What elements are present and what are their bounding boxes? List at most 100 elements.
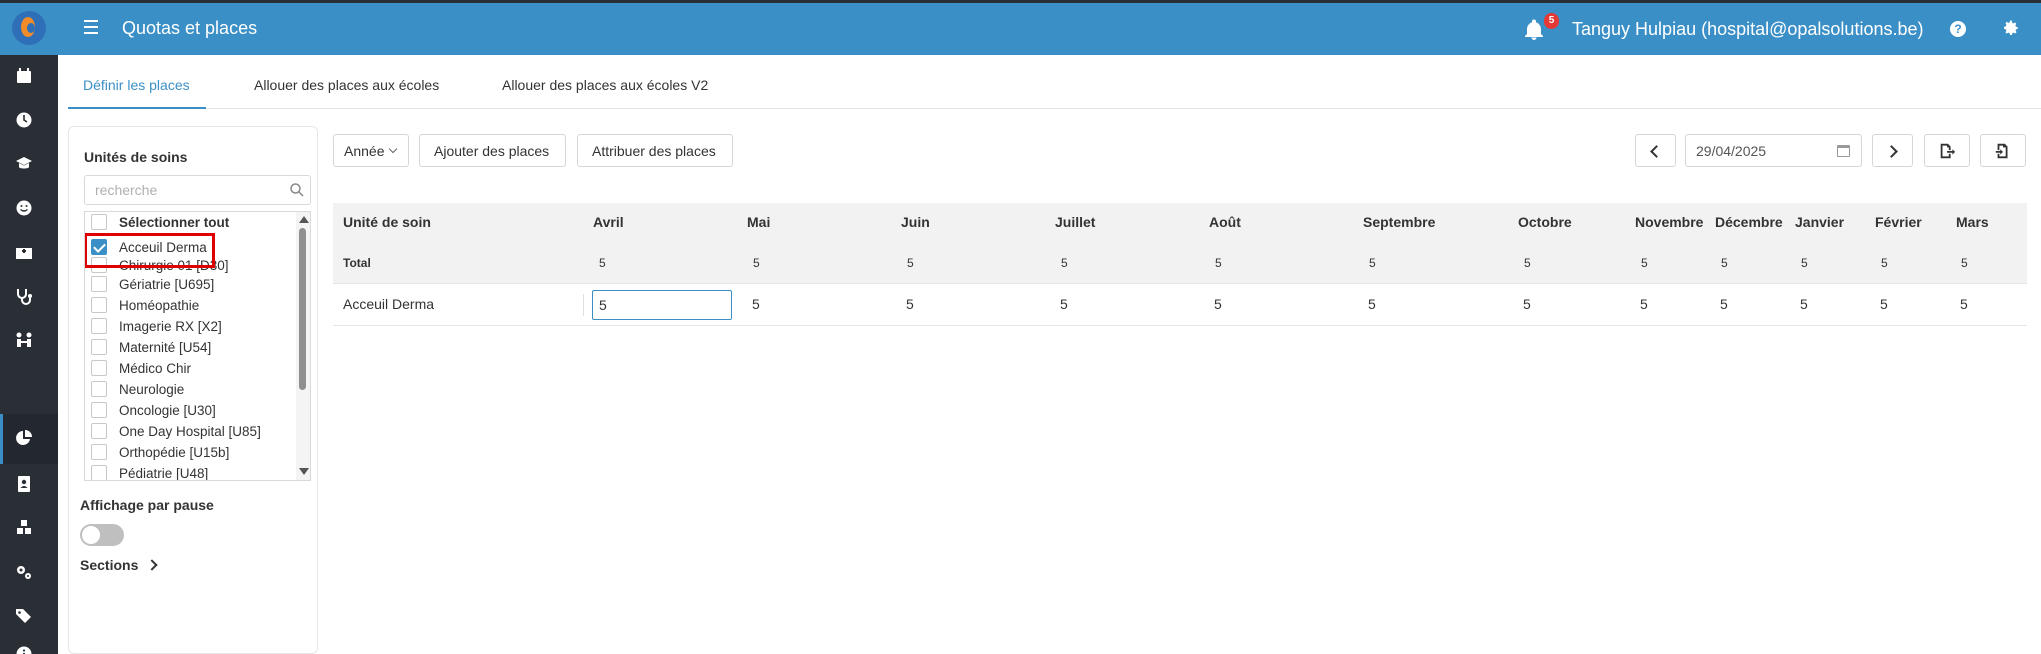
- export-button[interactable]: [1924, 134, 1970, 167]
- table-cell[interactable]: 5: [752, 296, 760, 312]
- scroll-thumb[interactable]: [299, 228, 306, 390]
- tab-define-places[interactable]: Définir les places: [83, 77, 190, 93]
- table-cell[interactable]: 5: [906, 296, 914, 312]
- total-value: 5: [1061, 256, 1068, 270]
- app-logo[interactable]: [12, 11, 46, 45]
- select-all-label: Sélectionner tout: [119, 214, 230, 230]
- year-dropdown[interactable]: Année: [333, 134, 409, 167]
- unit-checkbox[interactable]: [91, 444, 107, 460]
- calendar-icon[interactable]: [15, 67, 35, 87]
- hamburger-menu-icon[interactable]: [84, 20, 98, 34]
- sections-label: Sections: [80, 557, 139, 573]
- unit-label: Oncologie [U30]: [119, 402, 216, 418]
- cogs-icon[interactable]: [15, 563, 35, 583]
- pause-display-label: Affichage par pause: [80, 497, 214, 513]
- unit-checkbox[interactable]: [91, 465, 107, 480]
- table-cell[interactable]: 5: [1640, 296, 1648, 312]
- table-cell[interactable]: 5: [1368, 296, 1376, 312]
- list-item[interactable]: One Day Hospital [U85]: [91, 421, 261, 441]
- month-header: Juin: [901, 214, 930, 230]
- scroll-up-icon[interactable]: [299, 216, 309, 223]
- calendar-icon[interactable]: [1837, 145, 1850, 157]
- list-item[interactable]: Médico Chir: [91, 358, 191, 378]
- search-box: [84, 175, 311, 205]
- hospital-icon[interactable]: [15, 243, 35, 263]
- people-icon[interactable]: [15, 331, 35, 351]
- unit-checkbox[interactable]: [91, 239, 107, 255]
- info-icon[interactable]: [15, 645, 35, 654]
- user-name[interactable]: Tanguy Hulpiau (hospital@opalsolutions.b…: [1572, 19, 1923, 40]
- table-cell[interactable]: 5: [1960, 296, 1968, 312]
- assign-places-button[interactable]: Attribuer des places: [577, 134, 733, 167]
- sidebar: [0, 55, 58, 654]
- date-input[interactable]: [1686, 135, 1831, 166]
- unit-label: One Day Hospital [U85]: [119, 423, 261, 439]
- chevron-right-icon: [146, 559, 159, 571]
- search-icon[interactable]: [289, 182, 305, 198]
- select-all-checkbox[interactable]: [91, 214, 107, 230]
- list-item[interactable]: Imagerie RX [X2]: [91, 316, 222, 336]
- table-cell[interactable]: 5: [1800, 296, 1808, 312]
- smiley-icon[interactable]: [15, 199, 35, 219]
- list-item[interactable]: Neurologie: [91, 379, 184, 399]
- next-date-button[interactable]: [1872, 134, 1913, 167]
- stethoscope-icon[interactable]: [15, 287, 35, 307]
- add-places-button[interactable]: Ajouter des places: [419, 134, 566, 167]
- month-header: Mars: [1956, 214, 1989, 230]
- help-icon[interactable]: ?: [1950, 21, 1966, 37]
- table-cell[interactable]: 5: [1214, 296, 1222, 312]
- tab-allocate-schools[interactable]: Allouer des places aux écoles: [254, 77, 439, 93]
- list-scrollbar[interactable]: [296, 212, 310, 480]
- total-value: 5: [1801, 256, 1808, 270]
- unit-checkbox[interactable]: [91, 276, 107, 292]
- list-item[interactable]: Chirurgie 01 [D30]: [91, 255, 229, 275]
- gear-icon[interactable]: [2002, 19, 2020, 37]
- table-cell[interactable]: 5: [1523, 296, 1531, 312]
- contact-card-icon[interactable]: [15, 475, 35, 495]
- list-item[interactable]: Maternité [U54]: [91, 337, 211, 357]
- unit-checkbox[interactable]: [91, 402, 107, 418]
- active-tab-indicator: [68, 107, 206, 109]
- list-item[interactable]: Acceuil Derma: [91, 237, 207, 257]
- list-item[interactable]: Pédiatrie [U48]: [91, 463, 208, 480]
- tab-allocate-schools-v2[interactable]: Allouer des places aux écoles V2: [502, 77, 708, 93]
- unit-label: Maternité [U54]: [119, 339, 212, 355]
- list-item[interactable]: Oncologie [U30]: [91, 400, 216, 420]
- select-all-item[interactable]: Sélectionner tout: [91, 212, 229, 232]
- april-places-input[interactable]: [592, 290, 732, 320]
- scroll-down-icon[interactable]: [299, 468, 309, 475]
- unit-checkbox[interactable]: [91, 423, 107, 439]
- unit-checkbox[interactable]: [91, 381, 107, 397]
- total-value: 5: [1641, 256, 1648, 270]
- unit-checkbox[interactable]: [91, 257, 107, 273]
- sections-expander[interactable]: Sections: [80, 557, 159, 573]
- list-item[interactable]: Homéopathie: [91, 295, 199, 315]
- unit-checkbox[interactable]: [91, 318, 107, 334]
- pie-chart-icon[interactable]: [15, 429, 35, 449]
- unit-checkbox[interactable]: [91, 297, 107, 313]
- notification-badge: 5: [1544, 13, 1559, 29]
- total-value: 5: [1524, 256, 1531, 270]
- search-input[interactable]: [85, 176, 275, 204]
- unit-label: Gériatrie [U695]: [119, 276, 215, 292]
- import-button[interactable]: [1980, 134, 2026, 167]
- table-cell[interactable]: 5: [1720, 296, 1728, 312]
- table-cell[interactable]: 5: [1880, 296, 1888, 312]
- cubes-icon[interactable]: [15, 519, 35, 539]
- unit-label: Neurologie: [119, 381, 185, 397]
- month-header: Août: [1209, 214, 1241, 230]
- pause-display-toggle[interactable]: [80, 524, 124, 546]
- page-title: Quotas et places: [122, 18, 258, 38]
- list-item[interactable]: Gériatrie [U695]: [91, 274, 214, 294]
- tags-icon[interactable]: [15, 607, 35, 627]
- unit-checkbox[interactable]: [91, 339, 107, 355]
- table-cell[interactable]: 5: [1060, 296, 1068, 312]
- app-root: Quotas et places 5 Tanguy Hulpiau (hospi…: [0, 0, 2041, 654]
- unit-label: Imagerie RX [X2]: [119, 318, 222, 334]
- unit-checkbox[interactable]: [91, 360, 107, 376]
- previous-date-button[interactable]: [1635, 134, 1676, 167]
- panel-title: Unités de soins: [84, 149, 188, 165]
- clock-icon[interactable]: [15, 111, 35, 131]
- list-item[interactable]: Orthopédie [U15b]: [91, 442, 229, 462]
- graduate-icon[interactable]: [15, 155, 35, 175]
